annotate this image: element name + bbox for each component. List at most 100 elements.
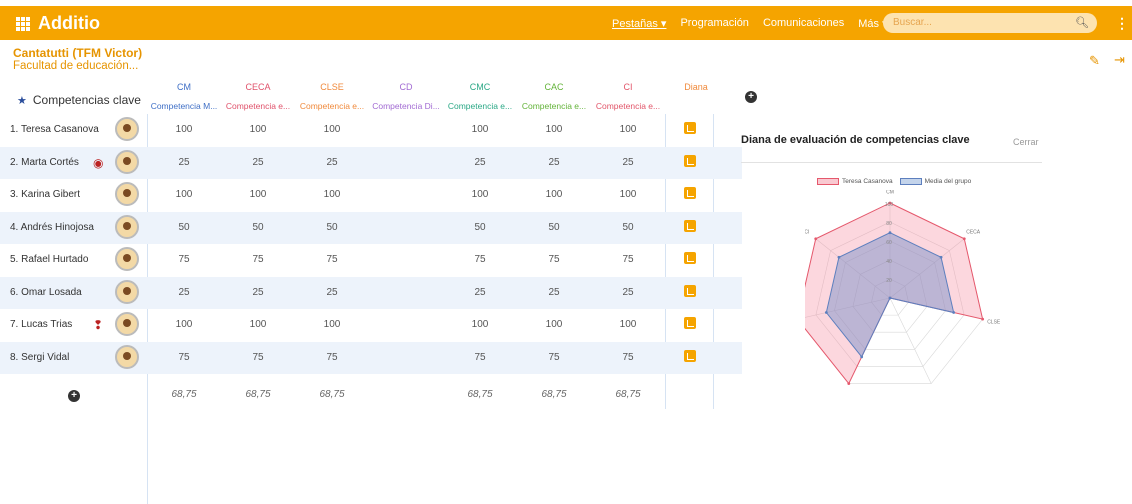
search-input[interactable]: Buscar... 🔍︎ xyxy=(883,13,1097,33)
grade-cell[interactable]: 100 xyxy=(591,124,665,135)
more-options-icon[interactable]: ⋮ xyxy=(1115,15,1129,32)
column-header-ceca[interactable]: CECA Competencia e... xyxy=(221,82,295,111)
diana-chart-icon[interactable] xyxy=(684,252,696,264)
grade-cell[interactable]: 25 xyxy=(443,157,517,168)
grade-cell[interactable]: 50 xyxy=(517,222,591,233)
grade-cell[interactable]: 75 xyxy=(221,254,295,265)
grade-cell[interactable]: 75 xyxy=(443,254,517,265)
diana-chart-icon[interactable] xyxy=(684,122,696,134)
avatar[interactable] xyxy=(115,214,139,239)
search-icon[interactable]: 🔍︎ xyxy=(1075,16,1089,29)
avatar[interactable] xyxy=(115,247,139,271)
student-name[interactable]: 2. Marta Cortés xyxy=(10,157,79,168)
grade-cell[interactable]: 75 xyxy=(517,352,591,363)
nav-communications[interactable]: Comunicaciones xyxy=(763,17,844,30)
grade-cell[interactable]: 100 xyxy=(295,319,369,330)
diana-chart-icon[interactable] xyxy=(684,349,696,362)
column-header-cm[interactable]: CM Competencia M... xyxy=(147,82,221,111)
add-student-button[interactable]: + xyxy=(68,390,80,402)
column-full-name: Competencia e... xyxy=(447,101,513,111)
grade-cell[interactable]: 100 xyxy=(517,124,591,135)
avatar[interactable] xyxy=(115,279,139,304)
grade-cell[interactable]: 25 xyxy=(147,157,221,168)
diana-chart-icon[interactable] xyxy=(684,284,696,297)
student-name[interactable]: 8. Sergi Vidal xyxy=(10,352,69,363)
avatar[interactable] xyxy=(115,117,139,141)
grade-cell[interactable]: 100 xyxy=(221,124,295,135)
collapse-panel-icon[interactable]: ⇥ xyxy=(1114,52,1125,68)
diana-chart-icon[interactable] xyxy=(684,219,696,232)
grade-cell[interactable]: 25 xyxy=(295,157,369,168)
grade-cell[interactable]: 50 xyxy=(443,222,517,233)
close-panel-button[interactable]: Cerrar xyxy=(1013,137,1039,147)
grade-cell[interactable]: 25 xyxy=(295,287,369,298)
grade-cell[interactable]: 100 xyxy=(221,189,295,200)
apps-grid-icon[interactable] xyxy=(16,16,30,31)
grade-cell[interactable]: 75 xyxy=(295,352,369,363)
grade-cell[interactable]: 100 xyxy=(147,189,221,200)
avatar[interactable] xyxy=(115,149,139,174)
column-header-cmc[interactable]: CMC Competencia e... xyxy=(443,82,517,111)
column-header-cac[interactable]: CAC Competencia e... xyxy=(517,82,591,111)
student-name[interactable]: 6. Omar Losada xyxy=(10,287,82,298)
student-name[interactable]: 1. Teresa Casanova xyxy=(10,124,99,135)
grade-cell[interactable]: 75 xyxy=(221,352,295,363)
grade-cell[interactable]: 75 xyxy=(147,352,221,363)
grade-cell[interactable]: 100 xyxy=(147,124,221,135)
grade-cell[interactable]: 50 xyxy=(295,222,369,233)
avatar[interactable] xyxy=(115,312,139,336)
grade-cell[interactable]: 100 xyxy=(517,319,591,330)
diana-chart-icon[interactable] xyxy=(684,187,696,199)
grade-cell[interactable]: 25 xyxy=(517,287,591,298)
grade-cell[interactable]: 25 xyxy=(443,287,517,298)
grade-cell[interactable]: 100 xyxy=(443,189,517,200)
student-name[interactable]: 3. Karina Gibert xyxy=(10,189,80,200)
app-brand[interactable]: Additio xyxy=(16,13,100,34)
grade-cell[interactable]: 25 xyxy=(591,287,665,298)
diana-chart-icon[interactable] xyxy=(684,317,696,329)
grade-cell[interactable]: 100 xyxy=(295,189,369,200)
grade-cell[interactable]: 50 xyxy=(221,222,295,233)
nav-tabs[interactable]: Pestañas ▾ xyxy=(612,17,666,30)
grade-cell[interactable]: 50 xyxy=(147,222,221,233)
student-name[interactable]: 5. Rafael Hurtado xyxy=(10,254,88,265)
radar-axis-label: CLSE xyxy=(987,320,1001,326)
grade-cell[interactable]: 100 xyxy=(221,319,295,330)
competencias-header[interactable]: ★ Competencias clave xyxy=(17,93,141,107)
grade-cell[interactable]: 75 xyxy=(517,254,591,265)
grade-cell[interactable]: 25 xyxy=(147,287,221,298)
grade-cell[interactable]: 75 xyxy=(443,352,517,363)
grade-cell[interactable]: 100 xyxy=(295,124,369,135)
grade-cell[interactable]: 25 xyxy=(221,157,295,168)
grade-cell[interactable]: 75 xyxy=(295,254,369,265)
grade-cell[interactable]: 75 xyxy=(591,254,665,265)
nav-schedule[interactable]: Programación xyxy=(680,17,748,30)
radar-axis-label: CM xyxy=(886,190,894,196)
grade-cell[interactable]: 100 xyxy=(517,189,591,200)
grade-cell[interactable]: 50 xyxy=(591,222,665,233)
avatar[interactable] xyxy=(115,344,139,369)
edit-pencil-icon[interactable]: ✎ xyxy=(1089,53,1100,69)
hearing-icon: ❢ xyxy=(93,318,104,332)
grade-cell[interactable]: 75 xyxy=(591,352,665,363)
grade-cell[interactable]: 100 xyxy=(591,319,665,330)
avatar[interactable] xyxy=(115,182,139,206)
legend-swatch-group[interactable] xyxy=(899,178,922,185)
grade-cell[interactable]: 100 xyxy=(147,319,221,330)
grade-cell[interactable]: 100 xyxy=(443,319,517,330)
column-header-ci[interactable]: CI Competencia e... xyxy=(591,82,665,111)
legend-swatch-student[interactable] xyxy=(817,178,839,185)
grade-cell[interactable]: 25 xyxy=(517,157,591,168)
column-header-clse[interactable]: CLSE Competencia e... xyxy=(295,82,369,111)
grade-cell[interactable]: 100 xyxy=(443,124,517,135)
column-code: CD xyxy=(399,82,413,92)
add-column-button[interactable]: + xyxy=(745,91,757,103)
column-header-cd[interactable]: CD Competencia Di... xyxy=(369,82,443,111)
grade-cell[interactable]: 75 xyxy=(147,254,221,265)
grade-cell[interactable]: 100 xyxy=(591,189,665,200)
student-name[interactable]: 4. Andrés Hinojosa xyxy=(10,222,94,233)
grade-cell[interactable]: 25 xyxy=(221,287,295,298)
diana-chart-icon[interactable] xyxy=(684,154,696,167)
grade-cell[interactable]: 25 xyxy=(591,157,665,168)
student-name[interactable]: 7. Lucas Trias xyxy=(10,319,72,330)
